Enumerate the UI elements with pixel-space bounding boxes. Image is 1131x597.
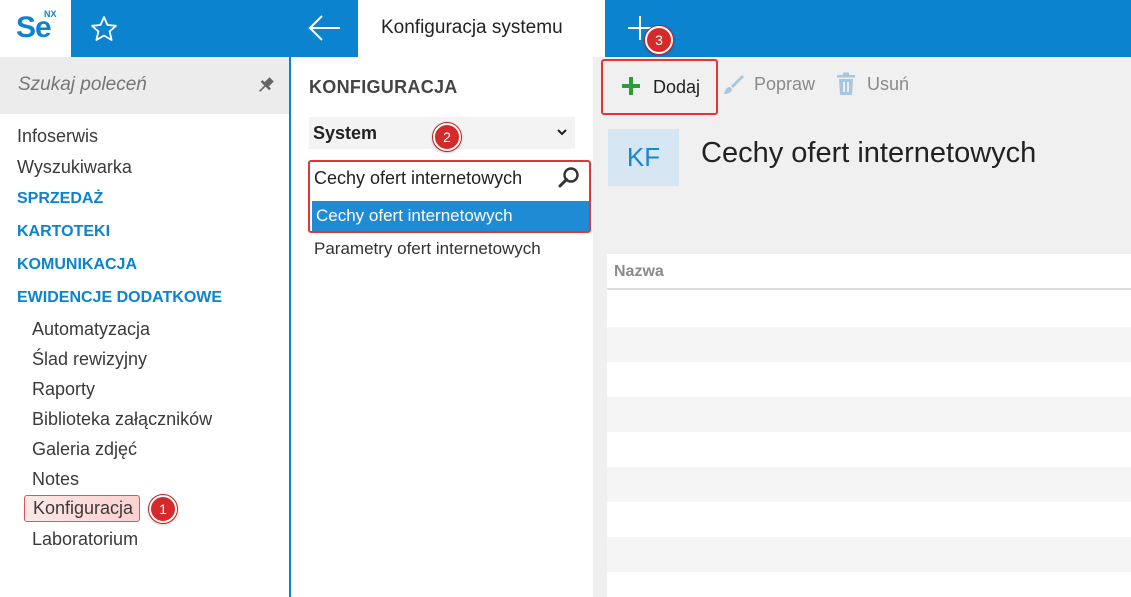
sidebar-item-galeria-zdjec[interactable]: Galeria zdjęć — [32, 439, 137, 460]
config-result-parametry[interactable]: Parametry ofert internetowych — [314, 239, 541, 259]
sidebar-item-biblioteka-zalacznikow[interactable]: Biblioteka załączników — [32, 409, 212, 430]
sidebar-item-laboratorium[interactable]: Laboratorium — [32, 529, 138, 550]
table-row[interactable] — [607, 362, 1131, 397]
table-row[interactable] — [607, 467, 1131, 502]
table-row[interactable] — [607, 292, 1131, 327]
grid-header: Nazwa — [607, 254, 1131, 290]
delete-button[interactable]: Usuń — [835, 71, 915, 99]
edit-button-label: Popraw — [754, 74, 816, 94]
config-result-cechy[interactable]: Cechy ofert internetowych — [312, 201, 589, 231]
table-row[interactable] — [607, 397, 1131, 432]
module-badge: KF — [608, 129, 679, 186]
command-search-input[interactable] — [18, 74, 238, 96]
tab-konfiguracja-systemu[interactable]: Konfiguracja systemu — [358, 0, 605, 57]
config-search-highlight: Cechy ofert internetowych — [308, 160, 591, 233]
column-header-nazwa[interactable]: Nazwa — [614, 263, 664, 281]
back-button[interactable] — [300, 10, 350, 46]
app-logo[interactable]: Se NX — [0, 0, 71, 57]
delete-button-label: Usuń — [867, 74, 910, 94]
table-row[interactable] — [607, 502, 1131, 537]
top-bar: Se NX Konfiguracja systemu — [0, 0, 1131, 57]
table-row[interactable] — [607, 432, 1131, 467]
arrow-left-icon — [308, 15, 340, 41]
step-marker-2: 2 — [433, 123, 461, 151]
brush-icon — [724, 75, 744, 94]
sidebar-item-konfiguracja[interactable]: Konfiguracja — [24, 495, 141, 522]
sidebar-item-infoserwis[interactable]: Infoserwis — [17, 126, 98, 147]
config-search-input[interactable] — [314, 168, 574, 189]
sidebar-item-raporty[interactable]: Raporty — [32, 379, 95, 400]
table-row[interactable] — [607, 327, 1131, 362]
category-select-value: System — [313, 123, 378, 143]
pin-icon[interactable] — [256, 75, 276, 95]
logo-badge: NX — [44, 9, 57, 19]
favorites-button[interactable] — [86, 12, 122, 46]
sidebar-section-sprzedaz[interactable]: SPRZEDAŻ — [17, 190, 103, 208]
step-marker-1: 1 — [149, 495, 177, 523]
page-title: Cechy ofert internetowych — [701, 137, 1037, 169]
search-icon[interactable] — [557, 166, 581, 190]
table-row[interactable] — [607, 572, 1131, 597]
star-icon — [91, 16, 117, 41]
trash-icon — [837, 72, 855, 95]
edit-button[interactable]: Popraw — [719, 71, 819, 99]
command-search — [0, 57, 289, 114]
add-button-label: Dodaj — [653, 77, 701, 97]
chevron-down-icon — [557, 129, 567, 136]
config-panel-title: KONFIGURACJA — [309, 77, 458, 97]
data-grid: Nazwa — [607, 254, 1131, 597]
sidebar: Infoserwis Wyszukiwarka SPRZEDAŻ KARTOTE… — [0, 57, 291, 597]
sidebar-item-notes[interactable]: Notes — [32, 469, 79, 490]
sidebar-section-ewidencje-dodatkowe[interactable]: EWIDENCJE DODATKOWE — [17, 289, 222, 307]
sidebar-section-kartoteki[interactable]: KARTOTEKI — [17, 223, 110, 241]
table-row[interactable] — [607, 537, 1131, 572]
step-marker-3: 3 — [645, 26, 673, 54]
plus-icon — [622, 77, 640, 95]
main-content: Dodaj Popraw Usuń KF Cechy ofert interne… — [593, 57, 1131, 597]
toolbar: Dodaj Popraw Usuń — [593, 57, 1131, 115]
sidebar-item-automatyzacja[interactable]: Automatyzacja — [32, 319, 150, 340]
add-button[interactable]: Dodaj — [601, 59, 718, 115]
tab-label: Konfiguracja systemu — [381, 17, 563, 38]
sidebar-item-slad-rewizyjny[interactable]: Ślad rewizyjny — [32, 349, 147, 370]
sidebar-item-wyszukiwarka[interactable]: Wyszukiwarka — [17, 157, 132, 178]
sidebar-section-komunikacja[interactable]: KOMUNIKACJA — [17, 256, 137, 274]
